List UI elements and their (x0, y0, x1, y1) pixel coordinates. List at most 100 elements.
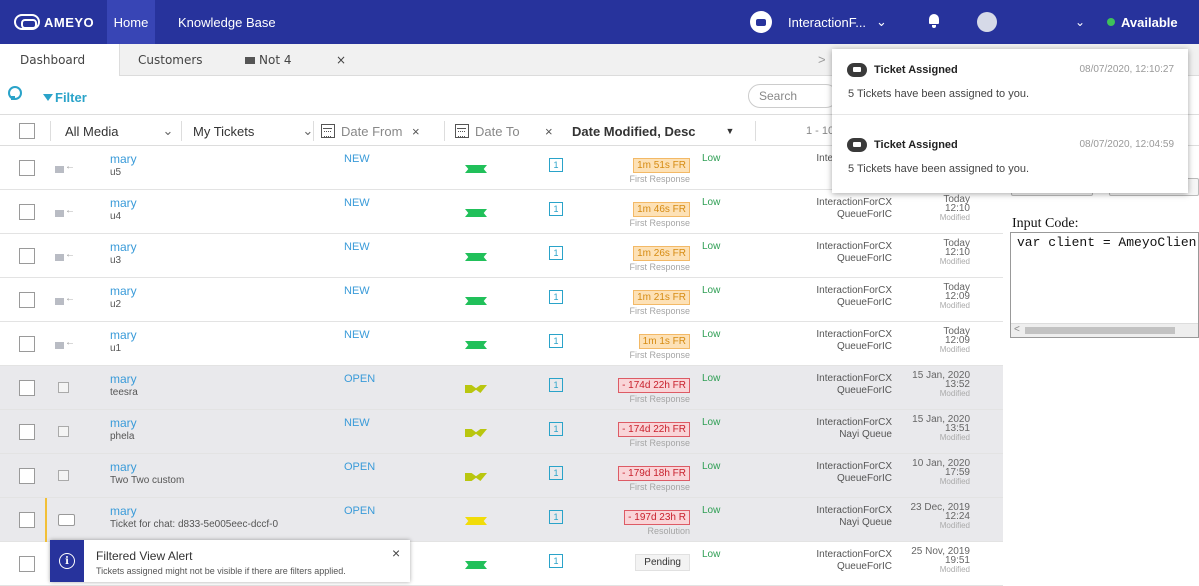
clear-date-to-button[interactable]: × (545, 115, 553, 147)
sla-cell: 1m 26s FR First Response (590, 246, 690, 272)
tab-dashboard-label: Dashboard (20, 53, 86, 67)
row-checkbox[interactable] (19, 512, 35, 528)
customer-name[interactable]: mary (110, 196, 137, 210)
row-checkbox[interactable] (19, 292, 35, 308)
customer-name[interactable]: mary (110, 240, 137, 254)
row-checkbox[interactable] (19, 336, 35, 352)
row-checkbox[interactable] (19, 248, 35, 264)
row-checkbox[interactable] (19, 468, 35, 484)
table-row[interactable]: mary Ticket for chat: d833-5e005eec-dccf-… (0, 498, 1003, 542)
row-checkbox[interactable] (19, 160, 35, 176)
edit-icon (58, 470, 69, 481)
customer-name[interactable]: mary (110, 372, 137, 386)
media-filter[interactable]: All Media ⌄ (65, 115, 173, 147)
code-input[interactable]: var client = AmeyoClien < (1010, 232, 1199, 338)
sla-badge: Pending (635, 554, 690, 571)
user-menu-chevron-down-icon[interactable]: ⌄ (1075, 0, 1085, 44)
ticket-subject[interactable]: Ticket for chat: d833-5e005eec-dccf-0 (110, 519, 278, 530)
campaign-name: InteractionForCX (816, 241, 892, 252)
table-row[interactable]: maryu3 NEW 1 1m 26s FRFirst Response Low Inte… (0, 234, 1003, 278)
nav-knowledge-base[interactable]: Knowledge Base (178, 0, 276, 44)
date-from-filter[interactable]: Date From (321, 115, 402, 147)
ticket-subject[interactable]: teesra (110, 387, 138, 398)
clear-date-from-button[interactable]: × (412, 115, 420, 147)
customer-name[interactable]: mary (110, 152, 137, 166)
customer-name[interactable]: mary (110, 504, 137, 518)
ticket-icon (847, 63, 867, 77)
nav-home[interactable]: Home (107, 0, 155, 44)
sla-cell: 1m 21s FR First Response (590, 290, 690, 316)
table-row[interactable]: maryu2 NEW 1 1m 21s FRFirst Response Low Inte… (0, 278, 1003, 322)
email-icon (55, 205, 75, 219)
search-input[interactable]: Search (748, 84, 838, 108)
queue-cell: InteractionForCXQueueForIC (790, 461, 892, 485)
date-cell: Today 12:09 Modified (900, 327, 970, 355)
customer-name[interactable]: mary (110, 284, 137, 298)
priority: Low (702, 329, 721, 340)
campaign-name: InteractionForCX (816, 329, 892, 340)
table-row[interactable]: maryu4 NEW 1 1m 46s FRFirst Response Low Inte… (0, 190, 1003, 234)
alert-body: Tickets assigned might not be visible if… (96, 566, 346, 576)
avatar[interactable] (977, 12, 997, 32)
priority: Low (702, 505, 721, 516)
lightbulb-icon[interactable] (8, 86, 22, 100)
ticket-subject[interactable]: u1 (110, 343, 121, 354)
customer-name[interactable]: mary (110, 460, 137, 474)
row-checkbox[interactable] (19, 556, 35, 572)
chat-icon (58, 514, 75, 526)
notification-item[interactable]: Ticket Assigned 08/07/2020, 12:10:27 5 T… (832, 49, 1188, 115)
date-to-filter[interactable]: Date To (455, 115, 520, 147)
priority: Low (702, 461, 721, 472)
media-filter-label: All Media (65, 123, 119, 139)
ticket-subject[interactable]: phela (110, 431, 134, 442)
tab-scroll-right[interactable]: > (818, 52, 826, 67)
ameyo-logo[interactable]: AMEYO (14, 13, 94, 31)
customer-name[interactable]: mary (110, 328, 137, 342)
customer-name[interactable]: mary (110, 416, 137, 430)
ticket-subject[interactable]: u2 (110, 299, 121, 310)
ticket-state: OPEN (344, 505, 376, 517)
row-checkbox[interactable] (19, 424, 35, 440)
row-checkbox[interactable] (19, 380, 35, 396)
scroll-left-icon[interactable]: < (1014, 324, 1020, 335)
table-row[interactable]: maryu1 NEW 1 1m 1s FRFirst Response Low Inter… (0, 322, 1003, 366)
calendar-icon (321, 124, 335, 138)
modified-label: Modified (939, 433, 970, 442)
modified-label: Modified (939, 213, 970, 222)
select-all-checkbox[interactable] (19, 123, 35, 139)
queue-name: QueueForIC (836, 561, 892, 572)
ticket-subject[interactable]: Two Two custom (110, 475, 184, 486)
tab-customers[interactable]: Customers (138, 44, 203, 76)
chat-icon[interactable] (750, 11, 772, 33)
alert-close-button[interactable]: × (392, 545, 400, 561)
interaction-selector[interactable]: InteractionF... ⌄ (788, 0, 887, 44)
tab-not-4[interactable]: Not 4 (245, 44, 291, 76)
message-count: 1 (549, 554, 563, 568)
row-checkbox[interactable] (19, 204, 35, 220)
email-icon (55, 249, 75, 263)
filter-button[interactable]: Filter (43, 90, 87, 105)
campaign-name: InteractionForCX (816, 461, 892, 472)
table-row[interactable]: mary teesra OPEN 1 - 174d 22h FR First Respon… (0, 366, 1003, 410)
flag-icon (465, 209, 487, 217)
queue-name: QueueForIC (836, 253, 892, 264)
horizontal-scrollbar[interactable]: < (1011, 323, 1198, 337)
view-filter[interactable]: My Tickets ⌄ (193, 115, 313, 147)
edit-icon (58, 382, 69, 393)
agent-status[interactable]: Available (1107, 0, 1178, 44)
ticket-subject[interactable]: u5 (110, 167, 121, 178)
table-row[interactable]: mary Two Two custom OPEN 1 - 179d 18h FR Firs… (0, 454, 1003, 498)
ticket-subject[interactable]: u4 (110, 211, 121, 222)
table-row[interactable]: mary phela NEW 1 - 174d 22h FR First Response… (0, 410, 1003, 454)
notification-item[interactable]: Ticket Assigned 08/07/2020, 12:04:59 5 T… (832, 124, 1188, 190)
filtered-view-alert: i Filtered View Alert Tickets assigned m… (50, 540, 410, 582)
sla-badge: - 179d 18h FR (618, 466, 690, 481)
tab-dashboard[interactable]: Dashboard (0, 44, 120, 76)
tab-close-button[interactable]: × (336, 44, 346, 76)
bell-icon[interactable] (928, 13, 940, 28)
sla-cell: 1m 46s FR First Response (590, 202, 690, 228)
sort-selector[interactable]: Date Modified, Desc ▼ (572, 115, 734, 147)
scrollbar-thumb[interactable] (1025, 327, 1175, 334)
ticket-subject[interactable]: u3 (110, 255, 121, 266)
notification-popup: Ticket Assigned 08/07/2020, 12:10:27 5 T… (832, 49, 1188, 193)
